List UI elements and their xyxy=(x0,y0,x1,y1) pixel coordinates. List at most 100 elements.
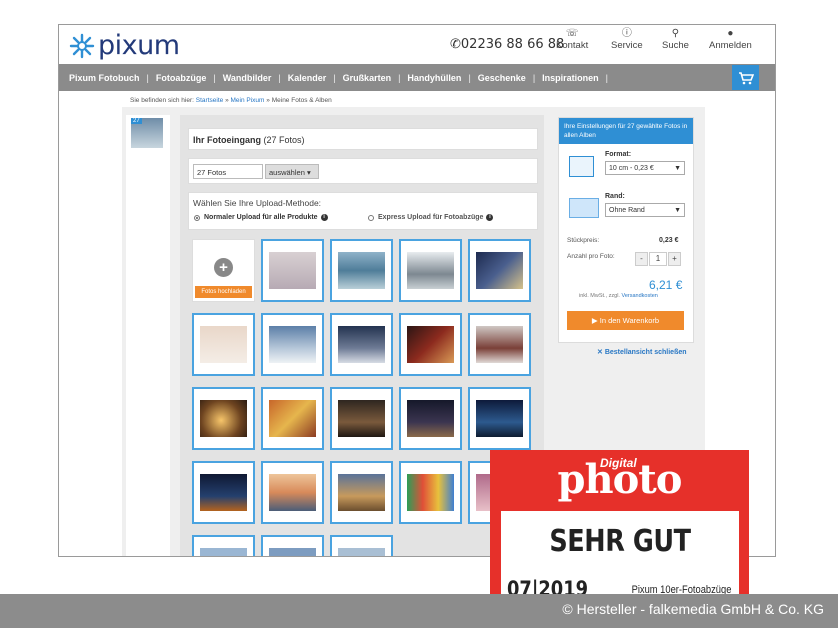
menu-grusskarten[interactable]: Grußkarten xyxy=(343,73,392,83)
photo-thumbnail xyxy=(476,252,523,289)
quantity-increase-button[interactable]: + xyxy=(668,252,681,266)
photo-thumbnail xyxy=(269,548,316,556)
menu-fotoabzuege[interactable]: Fotoabzüge xyxy=(156,73,207,83)
photo-tile[interactable] xyxy=(192,313,255,376)
photo-inbox-title: Ihr Fotoeingang xyxy=(193,135,261,145)
nav-suche-label: Suche xyxy=(662,40,689,51)
photo-tile[interactable] xyxy=(330,313,393,376)
brand-name: pixum xyxy=(98,30,180,61)
menu-kalender[interactable]: Kalender xyxy=(288,73,327,83)
photo-tile[interactable] xyxy=(261,535,324,556)
photo-thumbnail xyxy=(200,548,247,556)
shipping-cost-link[interactable]: Versandkosten xyxy=(621,293,657,299)
menu-separator: | xyxy=(532,72,536,83)
copyright-bar: © Hersteller - falkemedia GmbH & Co. KG xyxy=(0,594,838,628)
photo-tile[interactable] xyxy=(399,461,462,524)
info-icon[interactable]: i xyxy=(486,214,494,221)
photo-tile[interactable] xyxy=(468,239,531,302)
upload-method-title: Wählen Sie Ihre Upload-Methode: xyxy=(193,198,322,208)
vat-note: inkl. MwSt., zzgl. Versandkosten xyxy=(579,293,658,299)
breadcrumb-sep: » xyxy=(266,97,270,104)
pixum-logo[interactable]: pixum xyxy=(69,30,180,61)
photo-thumbnail xyxy=(407,400,454,437)
search-icon: ⚲ xyxy=(671,28,680,39)
photo-tile[interactable] xyxy=(261,387,324,450)
photo-tile[interactable] xyxy=(399,387,462,450)
quantity-decrease-button[interactable]: - xyxy=(635,252,648,266)
menu-wandbilder[interactable]: Wandbilder xyxy=(223,73,272,83)
photo-thumbnail xyxy=(200,474,247,511)
unit-price: 0,23 € xyxy=(659,237,679,244)
photo-tile[interactable] xyxy=(330,535,393,556)
photo-tile[interactable] xyxy=(468,313,531,376)
add-to-cart-button[interactable]: ▶ In den Warenkorb xyxy=(567,311,684,330)
photo-tile[interactable] xyxy=(330,387,393,450)
album-sidebar: 27 xyxy=(126,115,170,556)
photo-thumbnail xyxy=(338,400,385,437)
photo-tile[interactable] xyxy=(261,313,324,376)
format-label: Format: xyxy=(605,151,632,158)
photo-tile[interactable] xyxy=(330,461,393,524)
menu-separator: | xyxy=(278,72,281,83)
menu-geschenke[interactable]: Geschenke xyxy=(478,73,526,83)
rand-select[interactable]: Ohne Rand ▼ xyxy=(605,203,685,217)
photo-tile[interactable] xyxy=(261,461,324,524)
quantity-input[interactable]: 1 xyxy=(649,252,667,266)
unit-price-label: Stückpreis: xyxy=(567,237,600,244)
select-dropdown[interactable]: auswählen ▾ xyxy=(265,164,319,179)
breadcrumb-mein-pixum[interactable]: Mein Pixum xyxy=(231,97,265,104)
close-order-view-link[interactable]: ✕ Bestellansicht schließen xyxy=(597,348,687,356)
award-seal: Digital photo SEHR GUT 07|2019 Pixum 10e… xyxy=(490,450,749,610)
nav-anmelden[interactable]: ● Anmelden xyxy=(709,27,752,51)
photo-tile[interactable] xyxy=(192,535,255,556)
nav-kontakt[interactable]: ☏ Kontakt xyxy=(556,27,588,51)
breadcrumb: Sie befinden sich hier: Startseite » Mei… xyxy=(130,97,332,104)
photo-tile[interactable] xyxy=(330,239,393,302)
order-settings-panel: Ihre Einstellungen für 27 gewählte Fotos… xyxy=(558,117,694,343)
upload-option-normal-label: Normaler Upload für alle Produkte xyxy=(204,214,318,221)
total-price: 6,21 € xyxy=(649,278,683,292)
album-thumbnail[interactable]: 27 xyxy=(131,118,163,148)
photo-tile[interactable] xyxy=(468,387,531,450)
menu-separator: | xyxy=(398,72,401,83)
radio-selected[interactable] xyxy=(194,214,200,221)
photo-thumbnail xyxy=(269,326,316,363)
photo-tile[interactable] xyxy=(399,239,462,302)
menu-separator: | xyxy=(468,72,471,83)
nav-service-label: Service xyxy=(611,40,643,51)
menu-fotobuch[interactable]: Pixum Fotobuch xyxy=(69,73,140,83)
format-select[interactable]: 10 cm - 0,23 € ▼ xyxy=(605,161,685,175)
photo-tile[interactable] xyxy=(261,239,324,302)
info-icon[interactable]: i xyxy=(320,214,328,221)
upload-photos-button[interactable]: Fotos hochladen xyxy=(195,286,252,298)
breadcrumb-prefix: Sie befinden sich hier: xyxy=(130,97,194,104)
photo-thumbnail xyxy=(407,474,454,511)
vat-text: inkl. MwSt., zzgl. xyxy=(579,293,620,299)
upload-option-normal[interactable]: Normaler Upload für alle Produkte i xyxy=(194,214,328,221)
photo-thumbnail xyxy=(338,474,385,511)
photo-tile[interactable] xyxy=(399,313,462,376)
radio-unselected[interactable] xyxy=(368,214,374,221)
menu-separator: | xyxy=(333,72,336,83)
upload-option-express[interactable]: Express Upload für Fotoabzüge i xyxy=(368,214,494,221)
hotline[interactable]: ✆02236 88 66 88 xyxy=(450,37,564,52)
nav-suche[interactable]: ⚲ Suche xyxy=(662,27,689,51)
quantity-label: Anzahl pro Foto: xyxy=(567,253,615,260)
menu-handyhuellen[interactable]: Handyhüllen xyxy=(407,73,461,83)
photo-thumbnail xyxy=(407,252,454,289)
nav-service[interactable]: ⓘ Service xyxy=(611,27,643,51)
photo-inbox-header: Ihr Fotoeingang (27 Fotos) xyxy=(188,128,538,150)
selection-count-field[interactable]: 27 Fotos xyxy=(193,164,263,179)
add-photos-tile[interactable]: + Fotos hochladen xyxy=(192,239,255,302)
breadcrumb-startseite[interactable]: Startseite xyxy=(196,97,223,104)
sun-logo-icon xyxy=(69,33,95,58)
photo-thumbnail xyxy=(200,326,247,363)
menu-inspirationen[interactable]: Inspirationen xyxy=(542,73,599,83)
photo-thumbnail xyxy=(476,326,523,363)
photo-thumbnail xyxy=(200,400,247,437)
photo-tile[interactable] xyxy=(192,387,255,450)
plus-icon: + xyxy=(214,258,233,277)
cart-button[interactable] xyxy=(732,65,759,90)
photo-tile[interactable] xyxy=(192,461,255,524)
close-order-view-label: Bestellansicht schließen xyxy=(604,349,687,356)
